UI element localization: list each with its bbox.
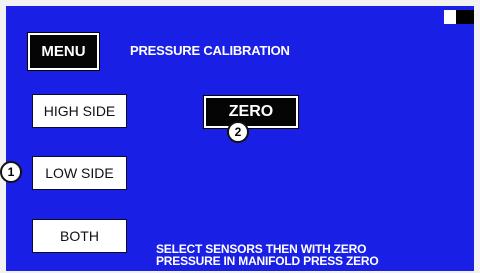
menu-button[interactable]: MENU <box>28 33 99 70</box>
zero-button[interactable]: ZERO <box>204 96 298 128</box>
instruction-line-2: PRESSURE IN MANIFOLD PRESS ZERO <box>156 254 379 268</box>
instruction-text: SELECT SENSORS THEN WITH ZERO PRESSURE I… <box>156 243 466 267</box>
high-side-button[interactable]: HIGH SIDE <box>32 94 127 128</box>
callout-marker-1: 1 <box>0 161 22 183</box>
callout-marker-2: 2 <box>227 121 249 143</box>
low-side-button[interactable]: LOW SIDE <box>32 156 127 190</box>
battery-indicator-icon <box>444 10 474 24</box>
page-title: PRESSURE CALIBRATION <box>130 43 290 58</box>
battery-fill <box>456 10 474 24</box>
both-button[interactable]: BOTH <box>32 219 127 253</box>
